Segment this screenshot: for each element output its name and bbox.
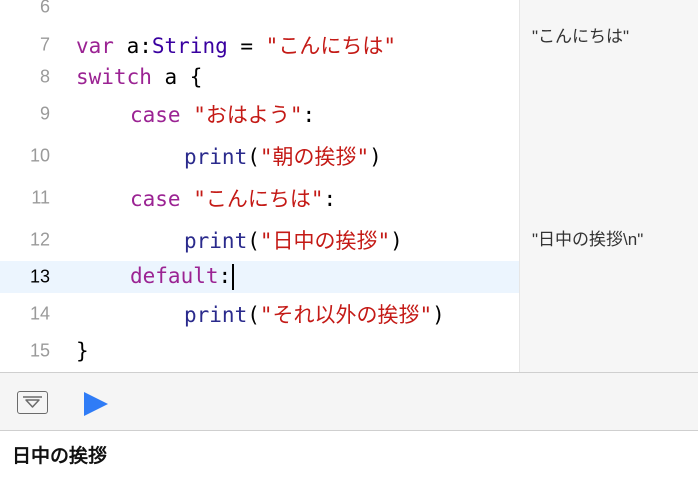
operator: =: [227, 34, 266, 58]
code-line-12[interactable]: 12 print("日中の挨拶"): [0, 224, 519, 256]
function-name: print: [184, 229, 248, 253]
code-line-8[interactable]: 8 switch a {: [0, 61, 519, 93]
code-line-15[interactable]: 15 }: [0, 335, 519, 367]
line-number: 12: [29, 229, 50, 250]
code-line-6[interactable]: 6: [0, 0, 519, 23]
string-literal: "こんにちは": [193, 187, 324, 211]
string-literal: "それ以外の挨拶": [259, 303, 433, 327]
console-output: 日中の挨拶: [12, 446, 108, 467]
play-icon: [84, 392, 108, 416]
code-text: }: [76, 339, 89, 363]
console-area[interactable]: 日中の挨拶: [0, 431, 698, 484]
identifier: a {: [151, 65, 203, 89]
function-name: print: [184, 303, 248, 327]
identifier: a:: [113, 34, 152, 58]
line-number: 9: [39, 103, 50, 124]
code-text: var a:String = "こんにちは": [76, 30, 396, 60]
run-button[interactable]: [82, 390, 110, 418]
line-number: 7: [39, 34, 50, 55]
punctuation: :: [218, 264, 232, 288]
punctuation: }: [76, 339, 89, 363]
toggle-debug-area-button[interactable]: [17, 391, 48, 414]
code-text: switch a {: [76, 65, 202, 89]
line-number: 10: [29, 145, 50, 166]
string-literal: "おはよう": [193, 103, 303, 127]
keyword: var: [76, 34, 114, 58]
code-line-11[interactable]: 11 case "こんにちは":: [0, 182, 519, 214]
punctuation: :: [323, 187, 337, 211]
code-text: default:: [130, 264, 235, 290]
keyword: case: [130, 103, 181, 127]
result-value-line-12[interactable]: "日中の挨拶\n": [532, 225, 643, 250]
keyword: case: [130, 187, 181, 211]
punctuation: :: [302, 103, 316, 127]
triangle-down-in-box-icon: [23, 396, 42, 408]
code-line-7[interactable]: 7 var a:String = "こんにちは": [0, 29, 519, 61]
type-name: String: [151, 34, 228, 58]
keyword: switch: [76, 65, 152, 89]
code-line-9[interactable]: 9 case "おはよう":: [0, 98, 519, 130]
line-number: 8: [39, 66, 50, 87]
line-number: 13: [29, 266, 50, 287]
results-sidebar: "こんにちは" "日中の挨拶\n": [519, 0, 698, 372]
punctuation: (: [247, 303, 260, 327]
code-editor[interactable]: 6 7 var a:String = "こんにちは" 8 switch a { …: [0, 0, 519, 372]
line-number: 6: [39, 0, 50, 17]
punctuation: (: [247, 145, 260, 169]
punctuation: ): [369, 145, 382, 169]
text-cursor: [232, 264, 235, 290]
result-value-line-7[interactable]: "こんにちは": [532, 22, 629, 47]
line-number: 11: [31, 187, 50, 208]
line-number: 15: [29, 340, 50, 361]
code-line-13[interactable]: 13 default:: [0, 261, 519, 293]
line-number: 14: [29, 303, 50, 324]
code-text: case "おはよう":: [130, 99, 315, 129]
debug-toolbar: [0, 372, 698, 431]
code-text: print("それ以外の挨拶"): [184, 299, 445, 329]
code-text: case "こんにちは":: [130, 183, 336, 213]
code-text: print("朝の挨拶"): [184, 141, 382, 171]
string-literal: "朝の挨拶": [259, 145, 370, 169]
string-literal: "日中の挨拶": [259, 229, 391, 253]
code-line-14[interactable]: 14 print("それ以外の挨拶"): [0, 298, 519, 330]
punctuation: (: [247, 229, 260, 253]
keyword: default: [130, 264, 219, 288]
punctuation: ): [390, 229, 403, 253]
code-text: print("日中の挨拶"): [184, 225, 403, 255]
function-name: print: [184, 145, 248, 169]
code-line-10[interactable]: 10 print("朝の挨拶"): [0, 140, 519, 172]
string-literal: "こんにちは": [265, 34, 396, 58]
punctuation: ): [432, 303, 445, 327]
